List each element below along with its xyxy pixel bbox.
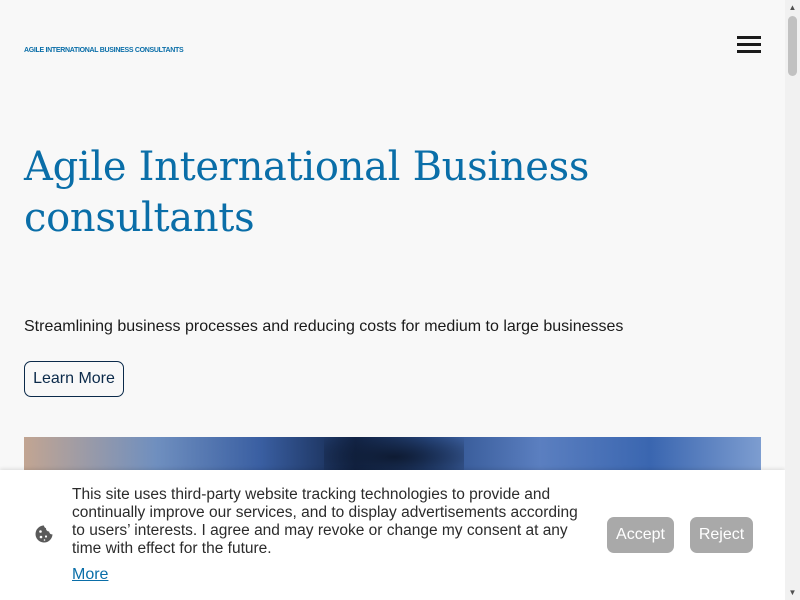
menu-bar [737,43,761,46]
learn-more-button[interactable]: Learn More [24,361,124,397]
scrollbar-thumb[interactable] [788,16,797,76]
cookie-icon [35,525,53,543]
cookie-more-link[interactable]: More [72,566,108,584]
hamburger-menu-icon[interactable] [735,33,763,55]
page: AGILE INTERNATIONAL BUSINESS CONSULTANTS… [0,0,785,600]
site-brand[interactable]: AGILE INTERNATIONAL BUSINESS CONSULTANTS [24,47,184,54]
scroll-up-icon[interactable]: ▲ [785,0,800,15]
hero-subtitle: Streamlining business processes and redu… [24,318,624,335]
vertical-scrollbar[interactable]: ▲ ▼ [785,0,800,600]
menu-bar [737,36,761,39]
cookie-consent-banner: This site uses third-party website track… [0,470,785,600]
menu-bar [737,50,761,53]
cookie-consent-text: This site uses third-party website track… [72,486,578,557]
page-title: Agile International Business consultants [24,144,590,241]
accept-button[interactable]: Accept [607,517,674,553]
scroll-down-icon[interactable]: ▼ [785,585,800,600]
reject-button[interactable]: Reject [690,517,753,553]
